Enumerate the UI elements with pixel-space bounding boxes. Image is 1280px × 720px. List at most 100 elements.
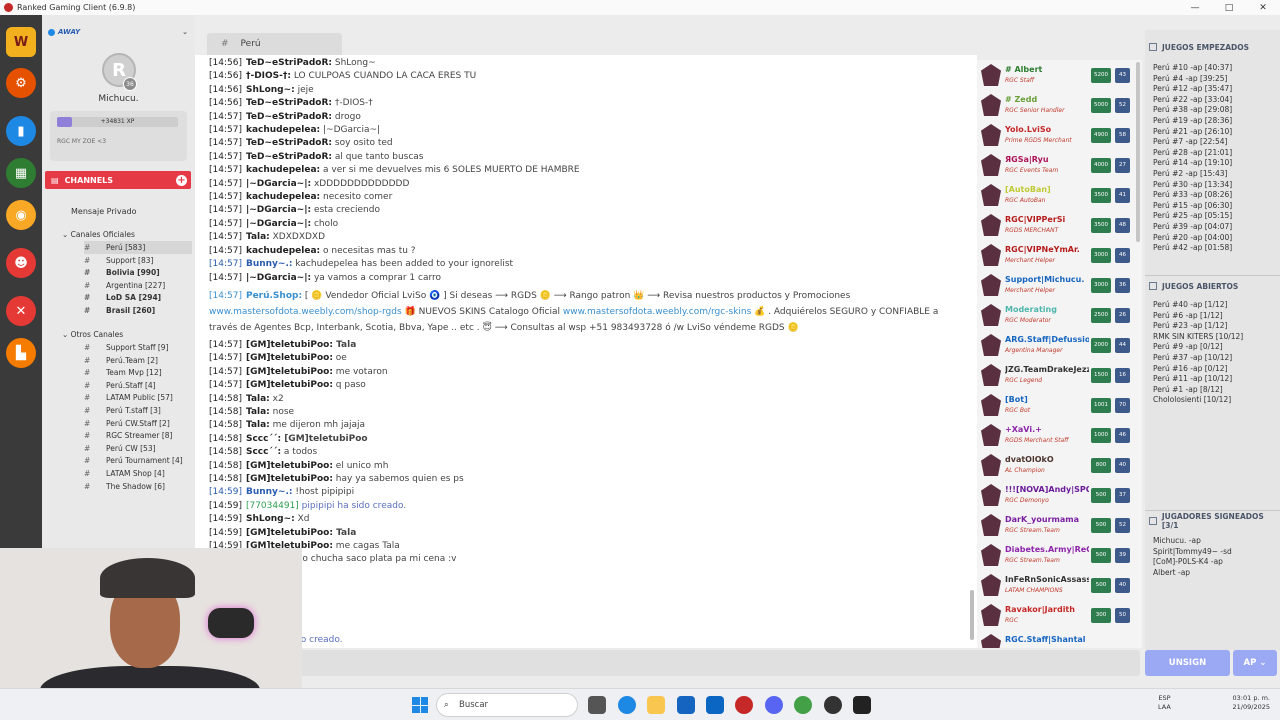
open-game-item[interactable]: Perú #37 -ap [10/12] bbox=[1153, 353, 1280, 364]
member-scrollbar[interactable] bbox=[1136, 62, 1140, 242]
started-game-item[interactable]: Perú #22 -ap [33:04] bbox=[1153, 95, 1280, 106]
started-game-item[interactable]: Perú #25 -ap [05:15] bbox=[1153, 211, 1280, 222]
message-user[interactable]: †-DIOS-†: bbox=[246, 71, 291, 81]
message-user[interactable]: |~DGarcia~|: bbox=[246, 205, 311, 215]
started-game-item[interactable]: Perú #39 -ap [04:07] bbox=[1153, 222, 1280, 233]
channel-item[interactable]: Brasil [260] bbox=[84, 304, 192, 317]
channel-item[interactable]: Support [83] bbox=[84, 254, 192, 267]
started-game-item[interactable]: Perú #14 -ap [19:10] bbox=[1153, 158, 1280, 169]
open-game-item[interactable]: Perú #16 -ap [0/12] bbox=[1153, 364, 1280, 375]
message-user[interactable]: Bunny~.: bbox=[246, 487, 293, 497]
skins-link[interactable]: www.mastersofdota.weebly.com/rgc-skins bbox=[563, 307, 751, 317]
channel-item[interactable]: RGC Streamer [8] bbox=[84, 429, 192, 442]
member-row[interactable]: Ravakor|Jardith RGC 300 50 bbox=[977, 600, 1142, 630]
channel-item[interactable]: LATAM Shop [4] bbox=[84, 467, 192, 480]
open-game-item[interactable]: Perú #6 -ap [1/12] bbox=[1153, 311, 1280, 322]
tab-peru[interactable]: # Perú bbox=[207, 33, 342, 55]
started-game-item[interactable]: Perú #7 -ap [22:54] bbox=[1153, 137, 1280, 148]
store-icon[interactable] bbox=[706, 696, 724, 714]
private-message-link[interactable]: Mensaje Privado bbox=[71, 207, 136, 216]
message-user[interactable]: [GM]teletubiPoo: bbox=[246, 353, 333, 363]
started-game-item[interactable]: Perú #4 -ap [39:25] bbox=[1153, 74, 1280, 85]
folder-icon[interactable] bbox=[647, 696, 665, 714]
started-game-item[interactable]: Perú #28 -ap [21:01] bbox=[1153, 148, 1280, 159]
channel-item[interactable]: Perú Tournament [4] bbox=[84, 454, 192, 467]
obs-icon[interactable] bbox=[824, 696, 842, 714]
channel-item[interactable]: Argentina [227] bbox=[84, 279, 192, 292]
windows-start-icon[interactable] bbox=[412, 697, 428, 713]
member-row[interactable]: RGC|VIPPerSi RGDS MERCHANT 3500 48 bbox=[977, 210, 1142, 240]
status-message[interactable]: RGC MY ZOE <3 bbox=[57, 138, 106, 145]
message-user[interactable]: ShLong~: bbox=[246, 85, 295, 95]
member-row[interactable]: Yolo.LviSo Prime RGDS Merchant 4900 58 bbox=[977, 120, 1142, 150]
message-user[interactable]: |~DGarcia~|: bbox=[246, 273, 311, 283]
started-game-item[interactable]: Perú #19 -ap [28:36] bbox=[1153, 116, 1280, 127]
member-row[interactable]: !!![NOVA]Andy|SPOI RGC Demonyo 500 37 bbox=[977, 480, 1142, 510]
close-button[interactable]: ✕ bbox=[1246, 3, 1280, 13]
message-user[interactable]: kachudepelea: bbox=[246, 125, 320, 135]
outlook-icon[interactable] bbox=[677, 696, 695, 714]
started-game-item[interactable]: Perú #38 -ap [29:08] bbox=[1153, 105, 1280, 116]
member-row[interactable]: [AutoBan] RGC AutoBan 3500 41 bbox=[977, 180, 1142, 210]
rgc-app-icon[interactable] bbox=[735, 696, 753, 714]
message-user[interactable]: Sccc´´: bbox=[246, 434, 281, 444]
started-game-item[interactable]: Perú #21 -ap [26:10] bbox=[1153, 127, 1280, 138]
started-game-item[interactable]: Perú #10 -ap [40:37] bbox=[1153, 63, 1280, 74]
open-game-item[interactable]: Perú #1 -ap [8/12] bbox=[1153, 385, 1280, 396]
started-game-item[interactable]: Perú #20 -ap [04:00] bbox=[1153, 233, 1280, 244]
member-row[interactable]: JZG.TeamDrakeJezz. RGC Legend 1500 16 bbox=[977, 360, 1142, 390]
channel-item[interactable]: Perú CW [53] bbox=[84, 442, 192, 455]
message-user[interactable]: Perú.Shop: bbox=[246, 291, 302, 301]
member-row[interactable]: # Albert RGC Staff 5200 43 bbox=[977, 60, 1142, 90]
member-row[interactable]: ЯGSa|Ryu RGC Events Team 4000 27 bbox=[977, 150, 1142, 180]
member-row[interactable]: # Zedd RGC Senior Handler 5000 52 bbox=[977, 90, 1142, 120]
ranking-icon[interactable]: ▙ bbox=[6, 338, 36, 368]
channel-item[interactable]: Perú.Team [2] bbox=[84, 354, 192, 367]
open-game-item[interactable]: Chololosienti [10/12] bbox=[1153, 395, 1280, 406]
open-games-list[interactable]: Perú #40 -ap [1/12] Perú #6 -ap [1/12] Per… bbox=[1153, 300, 1280, 406]
message-user[interactable]: TeD~eStriPadoR: bbox=[246, 58, 332, 68]
started-game-item[interactable]: Perú #33 -ap [08:26] bbox=[1153, 190, 1280, 201]
discord-icon[interactable] bbox=[765, 696, 783, 714]
message-user[interactable]: [GM]teletubiPoo: bbox=[246, 528, 333, 538]
channel-item[interactable]: Support Staff [9] bbox=[84, 341, 192, 354]
member-row[interactable]: RGC.Staff|Shantal bbox=[977, 630, 1142, 648]
chrome-icon[interactable] bbox=[794, 696, 812, 714]
message-user[interactable]: kachudepelea: bbox=[246, 246, 320, 256]
message-user[interactable]: ShLong~: bbox=[246, 514, 295, 524]
channel-item[interactable]: Perú T.staff [3] bbox=[84, 404, 192, 417]
message-user[interactable]: [GM]teletubiPoo: bbox=[246, 461, 333, 471]
message-user[interactable]: Tala: bbox=[246, 420, 270, 430]
channel-item[interactable]: Perú.Staff [4] bbox=[84, 379, 192, 392]
minimize-button[interactable]: — bbox=[1178, 3, 1212, 13]
warcraft-icon[interactable]: W bbox=[6, 27, 36, 57]
taskbar-search[interactable]: ⌕ Buscar bbox=[436, 693, 578, 717]
member-row[interactable]: Diabetes.Army|ReCo RGC Stream.Team 500 39 bbox=[977, 540, 1142, 570]
started-game-item[interactable]: Perú #15 -ap [06:30] bbox=[1153, 201, 1280, 212]
channel-item[interactable]: The Shadow [6] bbox=[84, 480, 192, 493]
message-user[interactable]: Sccc´´: bbox=[246, 447, 281, 457]
member-row[interactable]: Moderating RGC Moderator 2500 26 bbox=[977, 300, 1142, 330]
chevron-down-icon[interactable]: ⌄ bbox=[182, 28, 188, 36]
channel-item[interactable]: LoD SA [294] bbox=[84, 291, 192, 304]
channel-item[interactable]: Perú CW.Staff [2] bbox=[84, 417, 192, 430]
edge-icon[interactable] bbox=[618, 696, 636, 714]
open-game-item[interactable]: Perú #23 -ap [1/12] bbox=[1153, 321, 1280, 332]
open-game-item[interactable]: Perú #40 -ap [1/12] bbox=[1153, 300, 1280, 311]
message-user[interactable]: TeD~eStriPadoR: bbox=[246, 138, 332, 148]
add-channel-button[interactable]: + bbox=[176, 174, 187, 186]
message-user[interactable]: Tala: bbox=[246, 407, 270, 417]
open-game-item[interactable]: RMK SIN KITERS [10/12] bbox=[1153, 332, 1280, 343]
started-games-list[interactable]: Perú #10 -ap [40:37] Perú #4 -ap [39:25] P… bbox=[1153, 63, 1280, 254]
member-row[interactable]: RGC|VIPNeYmAr. Merchant Helper 3000 46 bbox=[977, 240, 1142, 270]
official-channels-group[interactable]: ⌄ Canales Oficiales bbox=[62, 230, 135, 239]
maximize-button[interactable]: □ bbox=[1212, 3, 1246, 13]
other-channels-group[interactable]: ⌄ Otros Canales bbox=[62, 330, 123, 339]
gear-icon[interactable]: ⚙ bbox=[6, 68, 36, 98]
language-indicator[interactable]: ESP LAA bbox=[1158, 694, 1171, 712]
message-user[interactable]: Tala: bbox=[246, 232, 270, 242]
member-row[interactable]: DarK_yourmama RGC Stream.Team 500 52 bbox=[977, 510, 1142, 540]
message-user[interactable]: kachudepelea: bbox=[246, 192, 320, 202]
swords-icon[interactable]: ✕ bbox=[6, 296, 36, 326]
member-row[interactable]: [Bot] RGC Bot 1001 70 bbox=[977, 390, 1142, 420]
